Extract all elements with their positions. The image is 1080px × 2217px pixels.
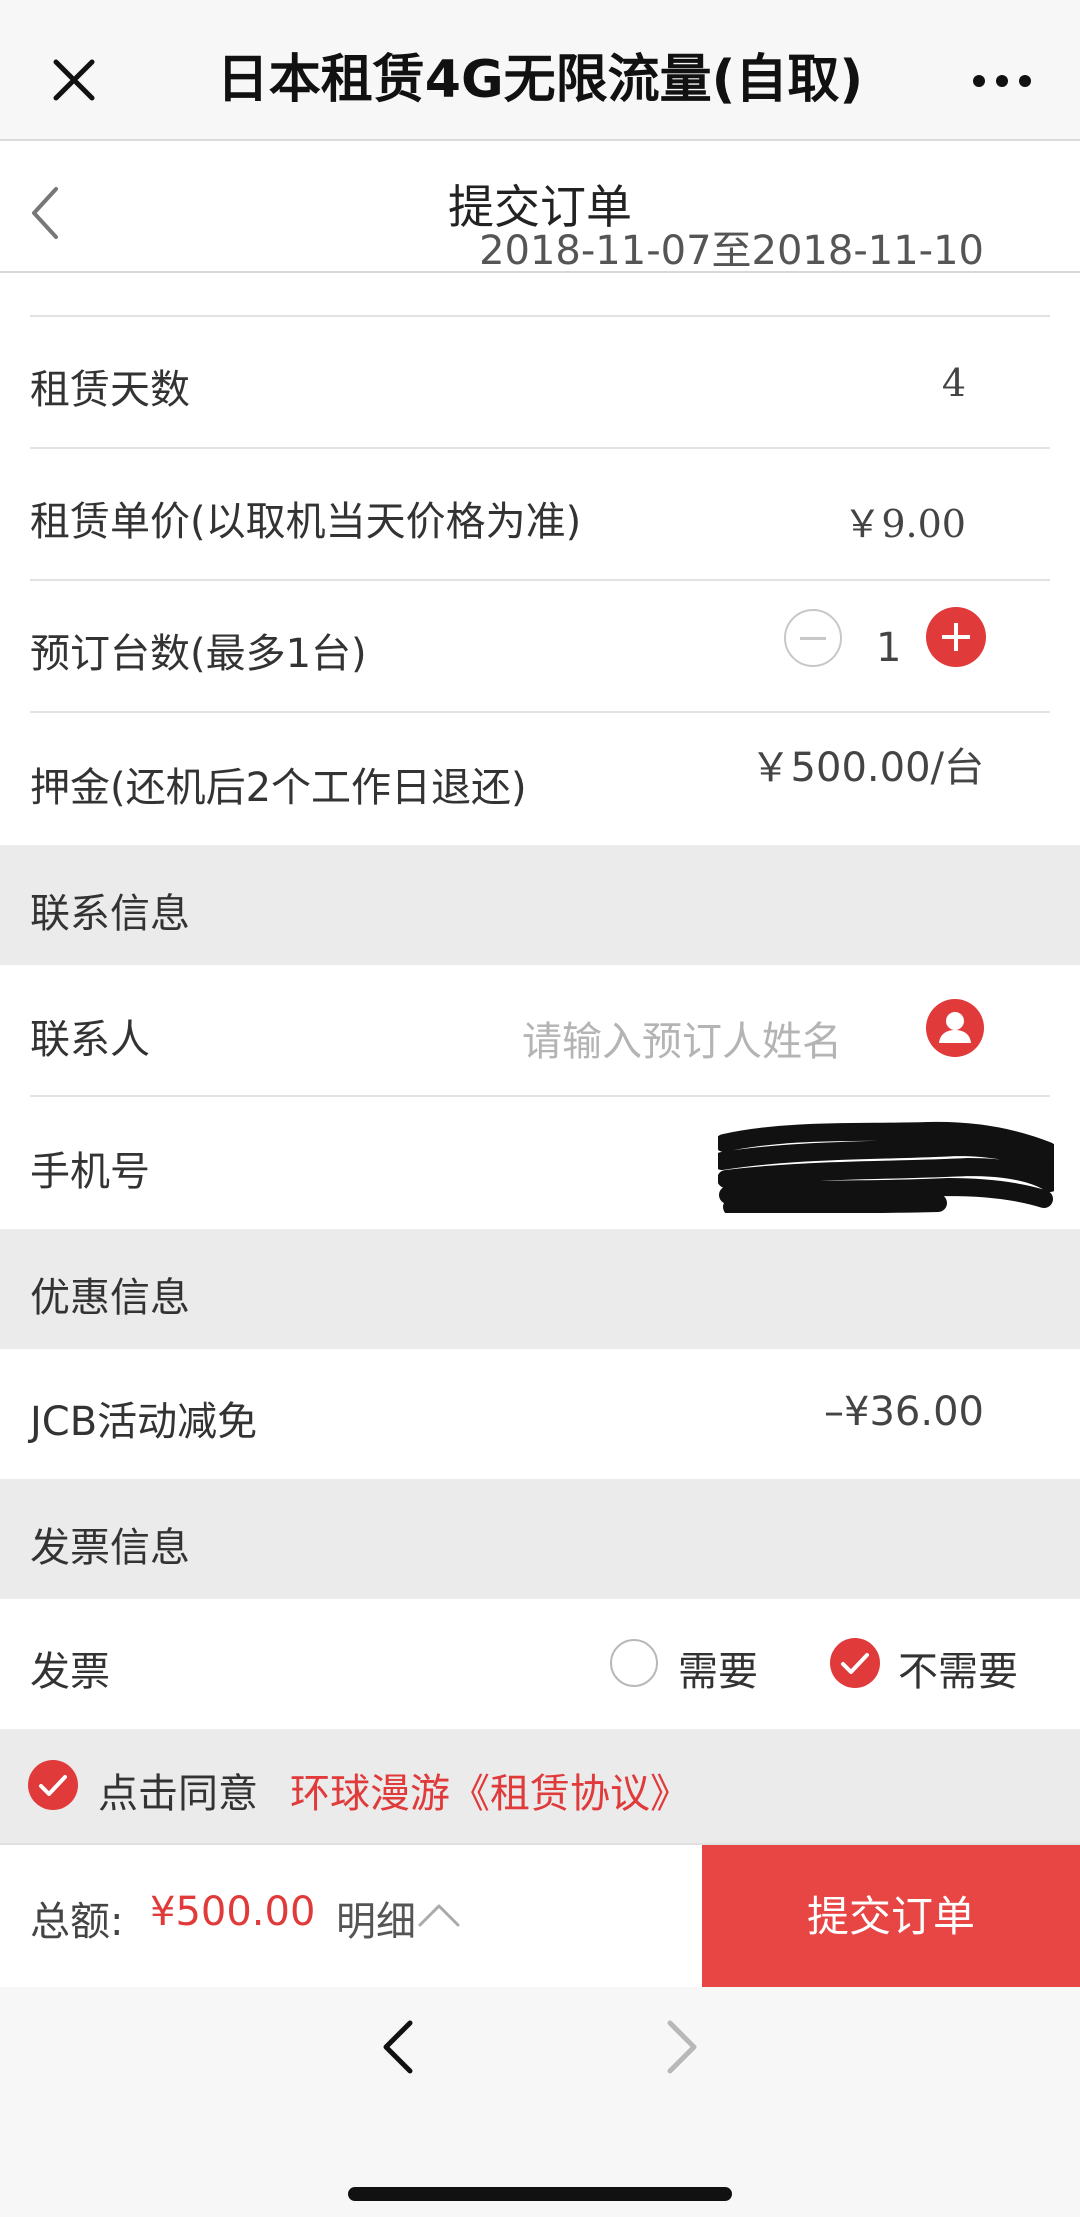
page-title: 日本租赁4G无限流量(自取): [216, 50, 864, 110]
app-top-bar: 日本租赁4G无限流量(自取): [0, 0, 1080, 141]
deposit-label: 押金(还机后2个工作日退还): [30, 765, 527, 811]
redacted-phone-number[interactable]: [718, 1121, 1054, 1213]
submit-order-button[interactable]: 提交订单: [702, 1845, 1080, 1989]
invoice-section-header: 发票信息: [0, 1479, 1080, 1599]
contact-section-title: 联系信息: [30, 891, 190, 937]
invoice-need-label[interactable]: 需要: [678, 1639, 758, 1697]
invoice-label: 发票: [30, 1649, 110, 1695]
invoice-section-title: 发票信息: [30, 1525, 190, 1571]
browser-forward-icon[interactable]: [664, 2019, 700, 2075]
phone-label: 手机号: [30, 1149, 150, 1195]
rental-days-row: 租赁天数 4: [0, 317, 1080, 449]
quantity-label: 预订台数(最多1台): [30, 631, 367, 677]
contact-name-label: 联系人: [30, 1017, 150, 1063]
total-label: 总额:: [30, 1899, 124, 1945]
header-spacer: [0, 273, 1080, 317]
unit-price-row: 租赁单价(以取机当天价格为准) ￥9.00: [0, 449, 1080, 581]
rental-dates: 2018-11-07至2018-11-10: [479, 228, 984, 274]
contact-book-icon[interactable]: [926, 999, 984, 1057]
discount-label: JCB活动减免: [30, 1399, 258, 1445]
phone-row: 手机号: [0, 1097, 1080, 1229]
rental-agreement-link[interactable]: 环球漫游《租赁协议》: [290, 1761, 690, 1819]
contact-name-row: 联系人 请输入预订人姓名: [0, 965, 1080, 1097]
deposit-row: 押金(还机后2个工作日退还) ￥500.00/台: [0, 713, 1080, 845]
browser-back-icon[interactable]: [380, 2019, 416, 2075]
unit-price-label: 租赁单价(以取机当天价格为准): [30, 499, 582, 545]
invoice-no-radio-checked-icon[interactable]: [830, 1638, 880, 1688]
increase-quantity-button[interactable]: [926, 607, 986, 667]
agreement-prefix: 点击同意: [98, 1771, 258, 1817]
order-bottom-bar: 总额: ¥500.00 明细 提交订单: [0, 1843, 1080, 1989]
unit-price-value: ￥9.00: [843, 502, 966, 546]
home-indicator: [348, 2187, 732, 2201]
quantity-row: 预订台数(最多1台) 1: [0, 581, 1080, 713]
agreement-row: 点击同意 环球漫游《租赁协议》: [0, 1729, 1080, 1843]
discount-row: JCB活动减免 –¥36.00: [0, 1349, 1080, 1479]
discount-section-header: 优惠信息: [0, 1229, 1080, 1349]
rental-days-value: 4: [941, 361, 966, 405]
rental-days-label: 租赁天数: [30, 367, 190, 413]
close-icon[interactable]: [50, 56, 98, 104]
contact-name-input[interactable]: 请输入预订人姓名: [522, 1009, 842, 1067]
invoice-need-radio[interactable]: [610, 1639, 658, 1687]
more-icon[interactable]: [972, 74, 1032, 88]
discount-section-title: 优惠信息: [30, 1275, 190, 1321]
order-header: 提交订单 2018-11-07至2018-11-10: [0, 141, 1080, 274]
invoice-row: 发票 需要 不需要: [0, 1599, 1080, 1729]
total-amount: ¥500.00: [150, 1889, 316, 1935]
contact-section-header: 联系信息: [0, 845, 1080, 965]
quantity-value: 1: [876, 625, 902, 671]
discount-value: –¥36.00: [824, 1389, 984, 1435]
browser-nav-bar: [0, 1987, 1080, 2217]
agreement-checked-icon[interactable]: [28, 1760, 78, 1810]
chevron-up-icon[interactable]: [416, 1901, 462, 1929]
decrease-quantity-button[interactable]: [784, 609, 842, 667]
deposit-value: ￥500.00/台: [750, 745, 984, 791]
price-detail-toggle[interactable]: 明细: [336, 1889, 416, 1947]
invoice-no-label[interactable]: 不需要: [898, 1639, 1018, 1697]
